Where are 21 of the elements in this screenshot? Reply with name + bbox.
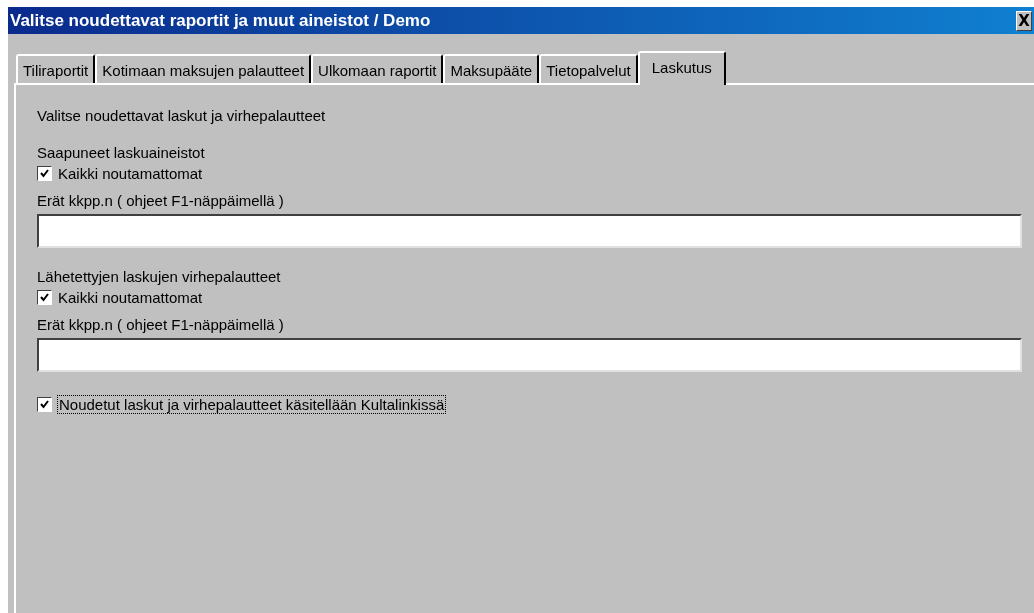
- tab[interactable]: Laskutus: [637, 51, 726, 85]
- tab[interactable]: Kotimaan maksujen palautteet: [95, 54, 312, 83]
- tab[interactable]: Ulkomaan raportit: [311, 54, 444, 83]
- input-field[interactable]: [37, 338, 1022, 372]
- checkbox[interactable]: [37, 397, 52, 412]
- field-label: Erät kkpp.n ( ohjeet F1-näppäimellä ): [37, 192, 285, 209]
- close-button[interactable]: X: [1016, 10, 1032, 31]
- tab[interactable]: Maksupääte: [443, 54, 540, 83]
- section-heading: Lähetettyjen laskujen virhepalautteet: [37, 268, 282, 285]
- input-field[interactable]: [37, 214, 1022, 248]
- field-label: Erät kkpp.n ( ohjeet F1-näppäimellä ): [37, 316, 285, 333]
- section-heading: Saapuneet laskuaineistot: [37, 144, 206, 161]
- checkbox[interactable]: [37, 166, 52, 181]
- checkbox[interactable]: [37, 290, 52, 305]
- checkbox-label[interactable]: Kaikki noutamattomat: [58, 289, 203, 306]
- checkbox-label[interactable]: Noudetut laskut ja virhepalautteet käsitellään Kultalinkissä: [58, 396, 446, 413]
- tab[interactable]: Tietopalvelut: [539, 54, 638, 83]
- instruction-text: Valitse noudettavat laskut ja virhepalautteet: [37, 107, 327, 124]
- tab[interactable]: Tiliraportit: [16, 54, 96, 83]
- window-title: Valitse noudettavat raportit ja muut aineistot / Demo: [10, 10, 432, 31]
- checkbox-label[interactable]: Kaikki noutamattomat: [58, 165, 203, 182]
